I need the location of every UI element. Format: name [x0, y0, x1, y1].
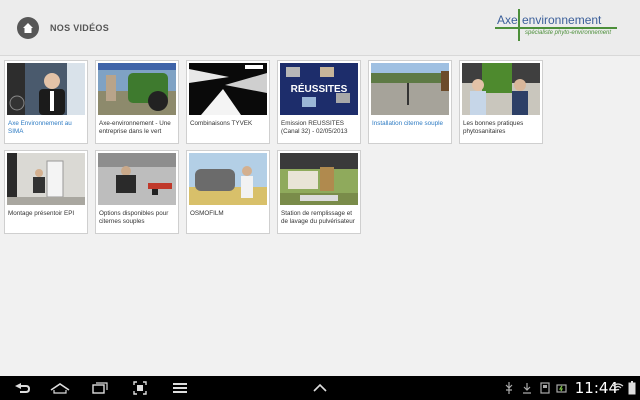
video-thumbnail — [98, 63, 176, 115]
video-card[interactable]: Station de remplissage et de lavage du p… — [277, 150, 361, 234]
logo-vertical-bar — [518, 9, 520, 41]
wifi-icon — [612, 381, 624, 395]
video-thumbnail — [371, 63, 449, 115]
brand-logo[interactable]: Axe environnement spécialiste phyto-envi… — [495, 9, 625, 47]
video-card[interactable]: Combinaisons TYVEK — [186, 60, 270, 144]
logo-word-environnement: environnement — [522, 13, 602, 27]
video-title: Axe-environnement - Une entreprise dans … — [99, 120, 171, 135]
video-thumbnail — [189, 153, 267, 205]
home-nav-button[interactable] — [50, 380, 70, 396]
screenshot-button[interactable] — [130, 380, 150, 396]
back-icon — [15, 383, 30, 393]
usb-icon — [503, 381, 515, 395]
back-button[interactable] — [12, 380, 32, 396]
thumbnail-caption: RÉUSSITES — [291, 82, 348, 95]
video-card[interactable]: Installation citerne souple — [368, 60, 452, 144]
video-card[interactable]: Montage présentoir EPI — [4, 150, 88, 234]
video-title: Axe Environnement au SIMA — [8, 120, 72, 135]
video-thumbnail: RÉUSSITES — [280, 63, 358, 115]
download-icon — [521, 381, 533, 395]
video-title: Montage présentoir EPI — [8, 210, 75, 217]
screenshot-icon — [133, 381, 147, 395]
logo-horizontal-bar — [495, 27, 617, 29]
notification-expand-button[interactable] — [310, 380, 330, 396]
sd-card-icon — [539, 381, 551, 395]
logo-word-axe: Axe — [497, 13, 518, 27]
video-title: Options disponibles pour citernes souple… — [99, 210, 169, 225]
system-navigation-bar: 11:44 — [0, 376, 640, 400]
home-button[interactable] — [17, 17, 39, 39]
page-title: NOS VIDÉOS — [50, 23, 110, 33]
logo-tagline: spécialiste phyto-environnement — [525, 30, 612, 36]
video-title: OSMOFILM — [190, 210, 224, 217]
home-icon — [50, 383, 70, 394]
up-arrow-icon — [313, 383, 327, 392]
battery-icon — [626, 381, 638, 395]
video-thumbnail — [7, 63, 85, 115]
video-title: Les bonnes pratiques phytosanitaires — [463, 120, 524, 135]
video-card[interactable]: OSMOFILM — [186, 150, 270, 234]
menu-button[interactable] — [170, 380, 190, 396]
recent-apps-icon — [92, 382, 108, 394]
header: NOS VIDÉOS Axe environnement spécialiste… — [0, 0, 640, 56]
video-title: Combinaisons TYVEK — [190, 120, 253, 127]
video-card[interactable]: Axe Environnement au SIMA — [4, 60, 88, 144]
video-thumbnail — [98, 153, 176, 205]
battery-charging-icon — [556, 381, 568, 395]
video-card[interactable]: Options disponibles pour citernes souple… — [95, 150, 179, 234]
video-title: Installation citerne souple — [372, 120, 444, 127]
video-thumbnail — [189, 63, 267, 115]
video-thumbnail — [7, 153, 85, 205]
recent-apps-button[interactable] — [90, 380, 110, 396]
video-title: Station de remplissage et de lavage du p… — [281, 210, 355, 225]
video-title: Emission REUSSITES (Canal 32) - 02/05/20… — [281, 120, 348, 135]
video-thumbnail — [280, 153, 358, 205]
video-thumbnail — [462, 63, 540, 115]
video-card[interactable]: Les bonnes pratiques phytosanitaires — [459, 60, 543, 144]
menu-icon — [173, 383, 187, 393]
home-icon — [23, 23, 33, 33]
video-card[interactable]: Axe-environnement - Une entreprise dans … — [95, 60, 179, 144]
video-card[interactable]: RÉUSSITES Emission REUSSITES (Canal 32) … — [277, 60, 361, 144]
